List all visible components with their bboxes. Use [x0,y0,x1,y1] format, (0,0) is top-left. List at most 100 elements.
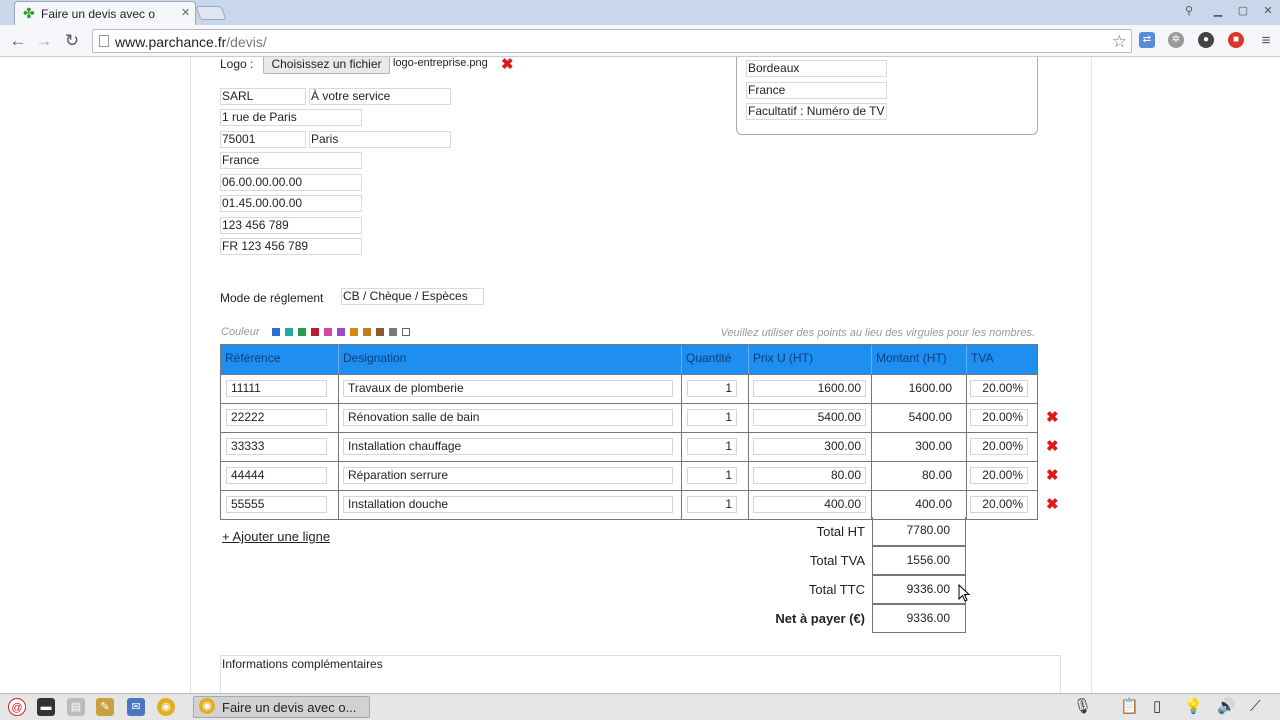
tab-close-icon[interactable]: ✕ [181,6,190,19]
unit-price-input[interactable]: 300.00 [753,438,866,455]
quantity-input[interactable]: 1 [687,380,737,397]
extension-icon[interactable]: ● [1198,32,1214,48]
client-vat-field[interactable]: Facultatif : Numéro de TV [746,103,887,120]
color-swatch[interactable] [298,328,306,336]
designation-input[interactable]: Réparation serrure [343,467,673,484]
debian-menu-icon[interactable]: @ [8,698,26,716]
bookmark-star-icon[interactable]: ☆ [1112,32,1127,52]
quantity-input[interactable]: 1 [687,467,737,484]
quantity-input[interactable]: 1 [687,438,737,455]
color-swatch[interactable] [311,328,319,336]
close-window-icon[interactable]: ✕ [1261,4,1275,18]
table-cell: 300.00 [872,433,967,461]
client-country-field[interactable]: France [746,82,887,99]
volume-icon[interactable]: 🔊 [1217,699,1236,715]
file-manager-icon[interactable]: ▤ [67,698,85,716]
delete-row-icon[interactable]: ✖ [1046,439,1059,454]
adblock-icon[interactable]: ■ [1228,32,1244,48]
vat-input[interactable]: 20.00% [970,380,1028,397]
unit-price-input[interactable]: 1600.00 [753,380,866,397]
color-swatch[interactable] [389,328,397,336]
delete-row-icon[interactable]: ✖ [1046,468,1059,483]
designation-input[interactable]: Installation chauffage [343,438,673,455]
microphone-icon[interactable]: 🎙 [1073,699,1092,715]
gear-extension-icon[interactable]: ✲ [1168,32,1184,48]
mail-icon[interactable]: ✉ [127,698,145,716]
total-ht-value: 7780.00 [872,517,966,546]
unit-price-input[interactable]: 400.00 [753,496,866,513]
header-amount: Montant (HT) [872,345,967,374]
quantity-input[interactable]: 1 [687,409,737,426]
delete-row-icon[interactable]: ✖ [1046,497,1059,512]
designation-input[interactable]: Rénovation salle de bain [343,409,673,426]
address-bar[interactable]: www.parchance.fr/devis/ ☆ [92,29,1132,53]
color-swatch[interactable] [376,328,384,336]
color-swatch[interactable] [337,328,345,336]
payment-method-field[interactable]: CB / Chèque / Espèces [341,288,484,305]
vat-input[interactable]: 20.00% [970,409,1028,426]
maximize-icon[interactable]: ▢ [1236,4,1250,18]
client-city-field[interactable]: Bordeaux [746,60,887,77]
menu-icon[interactable]: ≡ [1256,31,1276,51]
network-icon[interactable]: ⟋ [1250,699,1261,715]
browser-tab[interactable]: ✤ Faire un devis avec o ✕ [14,1,196,25]
gimp-icon[interactable]: ✎ [96,698,114,716]
clover-favicon-icon: ✤ [23,5,35,21]
reference-input[interactable]: 44444 [226,467,327,484]
total-tva-label: Total TVA [809,553,865,568]
chrome-launcher-icon[interactable]: ◉ [157,698,175,716]
forward-icon[interactable]: → [34,31,54,51]
quantity-input[interactable]: 1 [687,496,737,513]
designation-input[interactable]: Travaux de plomberie [343,380,673,397]
terminal-icon[interactable]: ▬ [37,698,55,716]
lightbulb-icon[interactable]: 💡 [1184,699,1203,715]
header-vat: TVA [971,351,994,365]
color-swatch[interactable] [324,328,332,336]
taskbar: @ ▬ ▤ ✎ ✉ ◉ ◉ Faire un devis avec o... 🎙… [0,693,1280,720]
postal-code-field[interactable]: 75001 [220,131,306,148]
vat-input[interactable]: 20.00% [970,496,1028,513]
color-swatch[interactable] [272,328,280,336]
street-field[interactable]: 1 rue de Paris [220,109,362,126]
fax-field[interactable]: 01.45.00.00.00 [220,195,362,212]
company-name-field[interactable]: À votre service [309,88,451,105]
reference-input[interactable]: 11111 [226,380,327,397]
color-swatch[interactable] [363,328,371,336]
translate-icon[interactable]: ⇄ [1139,32,1155,48]
vat-number-field[interactable]: FR 123 456 789 [220,238,362,255]
vat-input[interactable]: 20.00% [970,438,1028,455]
page-viewport: Logo : Choisissez un fichier logo-entrep… [0,57,1280,693]
delete-row-icon[interactable]: ✖ [1046,410,1059,425]
remove-logo-icon[interactable]: ✖ [501,57,514,72]
user-icon[interactable]: ⚲ [1182,4,1196,18]
color-swatch[interactable] [350,328,358,336]
choose-file-button[interactable]: Choisissez un fichier [263,57,390,74]
city-field[interactable]: Paris [309,131,451,148]
siren-field[interactable]: 123 456 789 [220,217,362,234]
table-cell: 300.00 [749,433,872,461]
unit-price-input[interactable]: 5400.00 [753,409,866,426]
table-header: Référence Designation Quantité Prix U (H… [221,345,1037,374]
additional-info-field[interactable]: Informations complémentaires [220,655,1061,693]
unit-price-input[interactable]: 80.00 [753,467,866,484]
reload-icon[interactable]: ↻ [62,31,82,51]
reference-input[interactable]: 55555 [226,496,327,513]
taskbar-window-item[interactable]: ◉ Faire un devis avec o... [193,696,370,718]
country-field[interactable]: France [220,152,362,169]
reference-input[interactable]: 22222 [226,409,327,426]
designation-input[interactable]: Installation douche [343,496,673,513]
back-icon[interactable]: ← [8,31,28,51]
battery-icon[interactable]: ▯ [1153,699,1161,715]
vat-input[interactable]: 20.00% [970,467,1028,484]
new-tab-button[interactable] [195,6,227,20]
color-swatch[interactable] [402,328,410,336]
minimize-icon[interactable]: ▁ [1211,4,1225,18]
reference-input[interactable]: 33333 [226,438,327,455]
legal-form-field[interactable]: SARL [220,88,306,105]
amount-value: 5400.00 [908,410,952,424]
header-quantity: Quantité [682,345,749,374]
color-swatch[interactable] [285,328,293,336]
phone-field[interactable]: 06.00.00.00.00 [220,174,362,191]
clipboard-icon[interactable]: 📋 [1120,699,1139,715]
add-line-link[interactable]: + Ajouter une ligne [222,529,330,544]
